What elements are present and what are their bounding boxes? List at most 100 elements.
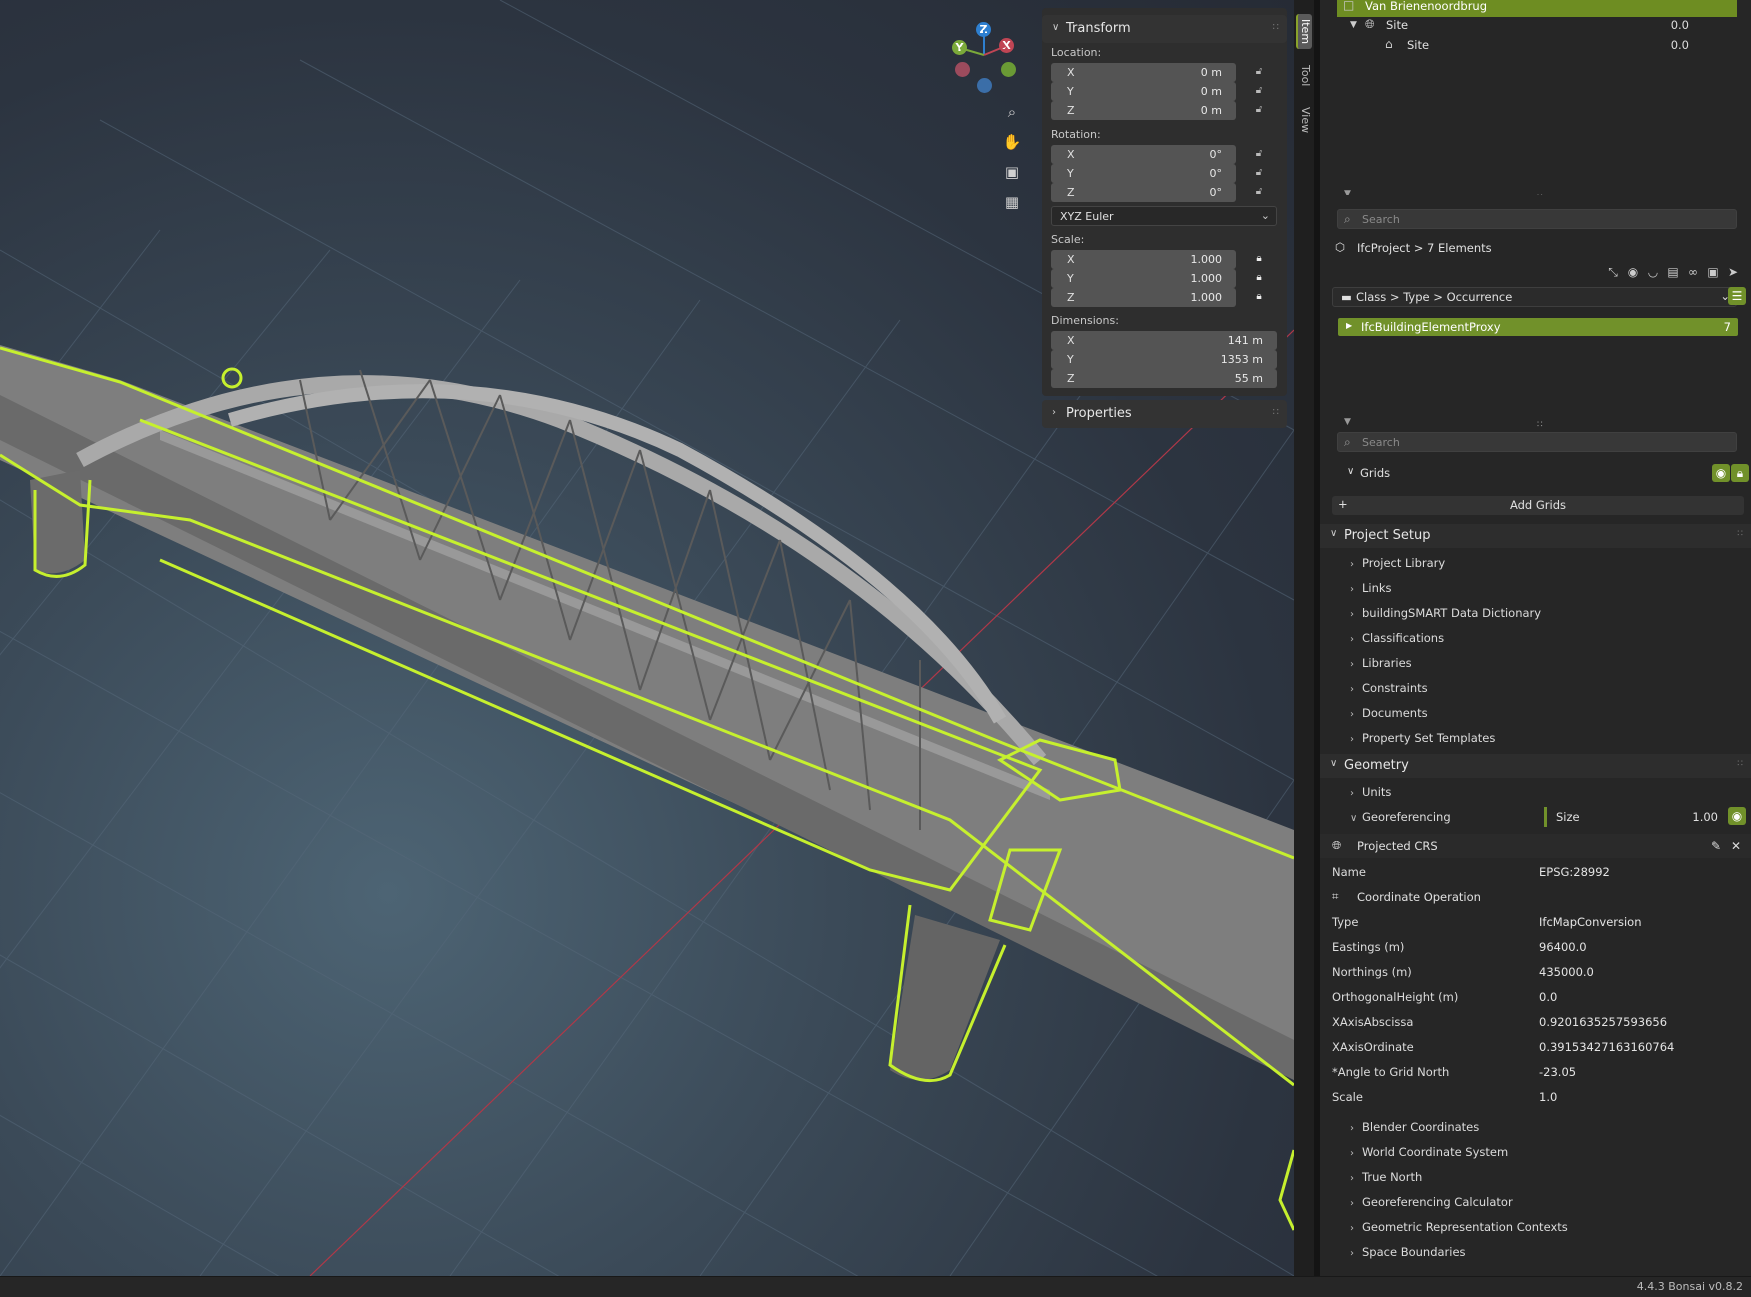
location-x-field[interactable]: X 0 m	[1051, 63, 1236, 82]
sub-classifications[interactable]: › Classifications	[1350, 631, 1444, 645]
scale-z-field[interactable]: Z 1.000	[1051, 288, 1236, 307]
drag-grip-icon[interactable]: ∷	[1737, 529, 1743, 539]
chevron-down-icon: ∨	[1330, 758, 1338, 769]
search-input[interactable]: ⌕ Search	[1337, 209, 1737, 229]
grids-row[interactable]: ∨ Grids ◉ 🔒︎	[1320, 462, 1751, 486]
tab-tool[interactable]: Tool	[1296, 60, 1312, 91]
sub-label: Blender Coordinates	[1362, 1120, 1480, 1134]
hide-icon[interactable]: ◡	[1645, 265, 1661, 281]
sidebar-tabs: Item Tool View	[1294, 0, 1314, 1276]
eye-icon[interactable]: ◉	[1712, 464, 1730, 482]
drag-grip-icon[interactable]: ∷	[1273, 22, 1279, 33]
pencil-icon[interactable]: ✎	[1707, 837, 1725, 855]
tree-view-icon[interactable]: ☰	[1728, 287, 1746, 305]
house-icon: ⌂	[1385, 37, 1393, 51]
3d-viewport[interactable]: Z Y X ⌕ ✋ ▣ ▦ ∨ Transform ∷ Location: X 0…	[0, 0, 1294, 1276]
ortho-grid-icon[interactable]: ▦	[999, 189, 1025, 215]
resize-grip-icon[interactable]: ∷	[1537, 420, 1543, 430]
close-icon[interactable]: ✕	[1727, 837, 1745, 855]
sub-bsdd[interactable]: › buildingSMART Data Dictionary	[1350, 606, 1541, 620]
sub-true-north[interactable]: › True North	[1350, 1170, 1422, 1184]
tab-view[interactable]: View	[1296, 102, 1312, 138]
class-count: 7	[1723, 320, 1731, 334]
properties-title: Properties	[1066, 406, 1132, 421]
unlock-icon[interactable]: 🔓︎	[1252, 66, 1266, 80]
sub-units[interactable]: › Units	[1350, 785, 1391, 799]
rotation-z-field[interactable]: Z 0°	[1051, 183, 1236, 202]
sub-space-boundaries[interactable]: › Space Boundaries	[1350, 1245, 1466, 1259]
transform-header[interactable]: ∨ Transform ∷	[1042, 15, 1287, 43]
size-field[interactable]: Size 1.00	[1548, 807, 1726, 827]
chevron-right-icon: ›	[1350, 1223, 1354, 1234]
folder-icon[interactable]: ▤	[1665, 265, 1681, 281]
location-z-field[interactable]: Z 0 m	[1051, 101, 1236, 120]
coordinate-operation-label: Coordinate Operation	[1357, 890, 1481, 904]
cursor-icon[interactable]: ➤	[1725, 265, 1741, 281]
sub-label: Classifications	[1362, 631, 1445, 645]
grids-label: Grids	[1360, 466, 1391, 480]
scale-x-field[interactable]: X 1.000	[1051, 250, 1236, 269]
sub-links[interactable]: › Links	[1350, 581, 1392, 595]
location-y-field[interactable]: Y 0 m	[1051, 82, 1236, 101]
tree-row-site[interactable]: ▼ 🌐︎ Site 0.0	[1320, 14, 1751, 36]
projected-crs-label: Projected CRS	[1357, 839, 1438, 853]
unlock-icon[interactable]: 🔓︎	[1252, 186, 1266, 200]
class-row-ifcbuildingelementproxy[interactable]: ▶ IfcBuildingElementProxy 7	[1338, 318, 1738, 336]
outliner: □ Van Brienenoordbrug ▼ 🌐︎ Site 0.0 ⌂ Si…	[1320, 0, 1751, 203]
tab-item[interactable]: Item	[1296, 14, 1312, 50]
scale-y-field[interactable]: Y 1.000	[1051, 269, 1236, 288]
search-input-2[interactable]: ⌕ Search	[1337, 432, 1737, 452]
collapse-icon[interactable]: ⤡	[1605, 265, 1621, 281]
dimensions-x-field[interactable]: X 141 m	[1051, 331, 1277, 350]
sub-constraints[interactable]: › Constraints	[1350, 681, 1428, 695]
drag-grip-icon[interactable]: ∷	[1737, 759, 1743, 769]
sub-georeferencing-calculator[interactable]: › Georeferencing Calculator	[1350, 1195, 1513, 1209]
lock-icon[interactable]: 🔒︎	[1252, 291, 1266, 305]
outliner-toolbar: ⤡ ◉ ◡ ▤ ∞ ▣ ➤	[1605, 265, 1750, 283]
unlock-icon[interactable]: 🔓︎	[1252, 104, 1266, 118]
eye-icon[interactable]: ◉	[1625, 265, 1641, 281]
sub-label: Links	[1362, 581, 1392, 595]
properties-header[interactable]: › Properties ∷	[1042, 400, 1287, 428]
grouping-select[interactable]: ▬ Class > Type > Occurrence ⌄	[1332, 287, 1737, 307]
geometry-header[interactable]: ∨ Geometry ∷	[1320, 754, 1751, 778]
chevron-right-icon: ›	[1052, 407, 1056, 418]
rotation-mode-select[interactable]: XYZ Euler ⌄	[1051, 206, 1277, 226]
select-box-icon[interactable]: ▣	[1705, 265, 1721, 281]
sub-geometric-representation-contexts[interactable]: › Geometric Representation Contexts	[1350, 1220, 1568, 1234]
sub-documents[interactable]: › Documents	[1350, 706, 1428, 720]
camera-icon[interactable]: ▣	[999, 159, 1025, 185]
project-setup-header[interactable]: ∨ Project Setup ∷	[1320, 524, 1751, 548]
globe-icon: 🌐︎	[1365, 17, 1375, 31]
unlock-icon[interactable]: 🔓︎	[1252, 148, 1266, 162]
kv-key: OrthogonalHeight (m)	[1332, 990, 1459, 1004]
collapse-arrow-icon[interactable]: ▼	[1344, 417, 1351, 427]
sub-world-coordinate-system[interactable]: › World Coordinate System	[1350, 1145, 1508, 1159]
chevron-right-icon: ›	[1350, 684, 1354, 695]
kv-value: IfcMapConversion	[1539, 915, 1642, 929]
sub-georeferencing[interactable]: ∨ Georeferencing	[1350, 810, 1451, 824]
chevron-down-icon[interactable]: ▼	[1350, 20, 1357, 30]
sidebar-n-panel: ∨ Transform ∷ Location: X 0 m Y 0 m Z 0 m 🔓…	[1042, 8, 1287, 396]
eye-icon[interactable]: ◉	[1728, 807, 1746, 825]
unlock-icon[interactable]: 🔓︎	[1252, 85, 1266, 99]
pan-hand-icon[interactable]: ✋	[999, 129, 1025, 155]
add-grids-button[interactable]: + Add Grids	[1332, 496, 1744, 515]
rotation-x-field[interactable]: X 0°	[1051, 145, 1236, 164]
rotation-y-field[interactable]: Y 0°	[1051, 164, 1236, 183]
lock-icon[interactable]: 🔒︎	[1252, 253, 1266, 267]
lock-icon[interactable]: 🔒︎	[1731, 464, 1749, 482]
zoom-icon[interactable]: ⌕	[999, 99, 1025, 125]
dimensions-y-field[interactable]: Y 1353 m	[1051, 350, 1277, 369]
dimensions-z-field[interactable]: Z 55 m	[1051, 369, 1277, 388]
sub-blender-coordinates[interactable]: › Blender Coordinates	[1350, 1120, 1479, 1134]
tree-row-site-child[interactable]: ⌂ Site 0.0	[1320, 34, 1751, 56]
sub-libraries[interactable]: › Libraries	[1350, 656, 1412, 670]
lock-icon[interactable]: 🔒︎	[1252, 272, 1266, 286]
link-icon[interactable]: ∞	[1685, 265, 1701, 281]
unlock-icon[interactable]: 🔓︎	[1252, 167, 1266, 181]
drag-grip-icon[interactable]: ∷	[1273, 407, 1279, 418]
sub-label: buildingSMART Data Dictionary	[1362, 606, 1542, 620]
sub-project-library[interactable]: › Project Library	[1350, 556, 1445, 570]
sub-property-set-templates[interactable]: › Property Set Templates	[1350, 731, 1495, 745]
